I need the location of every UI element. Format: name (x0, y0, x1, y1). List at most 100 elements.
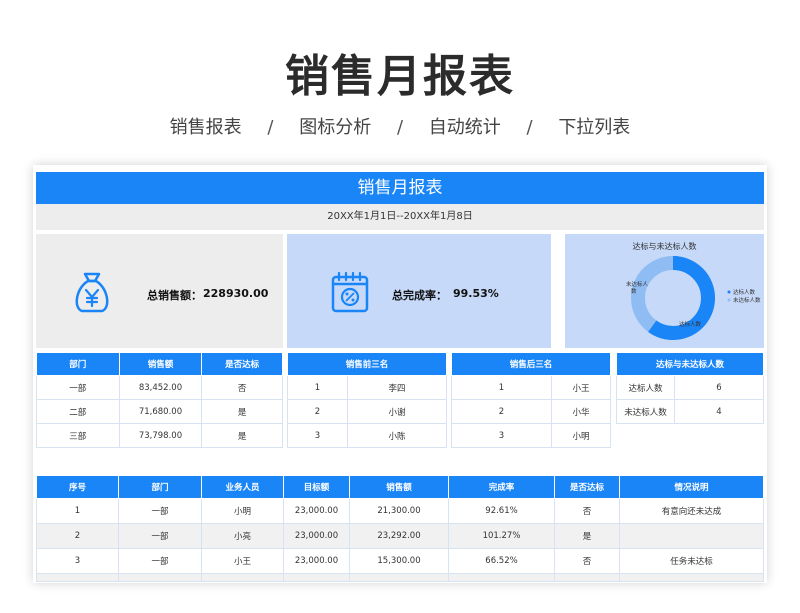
nav-item-dropdown-list: 下拉列表 (558, 117, 631, 138)
column-header[interactable]: 销售前三名 (287, 352, 447, 376)
table-cell[interactable]: 3 (36, 548, 119, 574)
table-cell[interactable]: 2 (451, 399, 552, 424)
column-header[interactable]: 销售额 (118, 352, 203, 376)
table-cell[interactable]: 3 (287, 423, 348, 448)
table-cell[interactable]: 小明 (201, 498, 284, 524)
table-cell[interactable]: 达标人数 (616, 375, 675, 400)
target-count-table: 达标与未达标人数 达标人数 6 未达标人数 4 (616, 352, 764, 424)
table-row: 2 一部 小亮 23,000.00 23,292.00 101.27% 是 (36, 523, 764, 549)
column-header[interactable]: 目标额 (283, 475, 350, 499)
date-range[interactable]: 20XX年1月1日--20XX年1月8日 (36, 204, 764, 230)
legend-swatch (727, 298, 731, 302)
nav-item-sales-report: 销售报表 (169, 117, 242, 138)
donut-inner-label: 未达标人 (626, 280, 649, 288)
spreadsheet-preview: 销售月报表 20XX年1月1日--20XX年1月8日 总销售额： 228930.… (33, 165, 767, 583)
department-table: 部门 销售额 是否达标 一部 83,452.00 否 二部 71,680.00 … (36, 352, 283, 448)
table-cell[interactable]: 6 (674, 375, 764, 400)
table-row: 3 一部 小王 23,000.00 15,300.00 66.52% 否 任务未… (36, 548, 764, 574)
table-cell[interactable]: 1 (451, 375, 552, 400)
table-cell[interactable]: 83,452.00 (118, 375, 203, 400)
table-cell[interactable]: 有意向还未达成 (619, 498, 764, 524)
table-cell[interactable]: 李四 (347, 375, 447, 400)
table-cell[interactable]: 是 (201, 399, 283, 424)
table-cell[interactable]: 是 (554, 523, 620, 549)
table-cell[interactable]: 1 (287, 375, 348, 400)
table-cell[interactable] (619, 523, 764, 549)
column-header[interactable]: 是否达标 (554, 475, 620, 499)
table-cell[interactable]: 小王 (551, 375, 611, 400)
table-cell[interactable]: 71,680.00 (118, 399, 203, 424)
table-cell[interactable]: 一部 (118, 498, 202, 524)
table-cell[interactable]: 66.52% (448, 548, 555, 574)
table-cell[interactable]: 23,000.00 (283, 548, 350, 574)
table-cell[interactable]: 否 (201, 375, 283, 400)
table-cell[interactable]: 1 (36, 498, 119, 524)
table-cell[interactable]: 否 (554, 548, 620, 574)
table-cell[interactable]: 小陈 (347, 423, 447, 448)
table-cell[interactable]: 15,300.00 (349, 548, 449, 574)
table-cell[interactable]: 小谢 (347, 399, 447, 424)
table-row: 一部 83,452.00 否 (36, 375, 283, 400)
nav-item-chart-analysis: 图标分析 (299, 117, 372, 138)
table-cell[interactable]: 是 (201, 423, 283, 448)
total-sales-value: 228930.00 (203, 287, 269, 300)
table-cell[interactable]: 一部 (118, 548, 202, 574)
column-header[interactable]: 部门 (118, 475, 202, 499)
total-sales-label: 总销售额： (147, 289, 202, 302)
sales-detail-table: 序号 部门 业务人员 目标额 销售额 完成率 是否达标 情况说明 1 一部 小明… (36, 475, 764, 582)
table-row: 1 李四 (287, 375, 447, 400)
table-cell[interactable]: 一部 (36, 375, 120, 400)
donut-inner-label: 达标人数 (679, 320, 702, 328)
nav-separator: / (526, 117, 533, 138)
total-sales-card: 总销售额： 228930.00 (36, 234, 283, 348)
table-cell[interactable]: 小亮 (201, 523, 284, 549)
column-header[interactable]: 完成率 (448, 475, 555, 499)
table-row: 3 小明 (451, 423, 611, 448)
percent-calendar-icon (331, 271, 369, 313)
completion-rate-label: 总完成率： (392, 289, 447, 302)
table-cell[interactable]: 21,300.00 (349, 498, 449, 524)
table-cell[interactable]: 小华 (551, 399, 611, 424)
column-header[interactable]: 是否达标 (201, 352, 283, 376)
column-header[interactable]: 业务人员 (201, 475, 284, 499)
completion-rate-value: 99.53% (453, 287, 499, 300)
money-bag-icon (75, 272, 109, 313)
table-cell[interactable]: 3 (451, 423, 552, 448)
column-header[interactable]: 序号 (36, 475, 119, 499)
table-cell[interactable]: 23,000.00 (283, 498, 350, 524)
bottom-three-table: 销售后三名 1 小王 2 小华 3 小明 (451, 352, 611, 448)
table-cell[interactable]: 二部 (36, 399, 120, 424)
table-cell[interactable]: 小明 (551, 423, 611, 448)
table-cell[interactable]: 101.27% (448, 523, 555, 549)
table-row: 2 小华 (451, 399, 611, 424)
table-cell[interactable]: 2 (36, 523, 119, 549)
table-row: 二部 71,680.00 是 (36, 399, 283, 424)
table-cell[interactable]: 否 (554, 498, 620, 524)
table-row: 三部 73,798.00 是 (36, 423, 283, 448)
nav-item-auto-stats: 自动统计 (428, 117, 501, 138)
table-cell[interactable]: 任务未达标 (619, 548, 764, 574)
column-header[interactable]: 部门 (36, 352, 120, 376)
donut-chart-card: 达标与未达标人数 未达标人 数 达标人数 达标人数 未达标人数 (565, 234, 764, 348)
table-cell[interactable]: 2 (287, 399, 348, 424)
table-cell[interactable]: 23,000.00 (283, 523, 350, 549)
table-cell[interactable]: 小王 (201, 548, 284, 574)
top-three-table: 销售前三名 1 李四 2 小谢 3 小陈 (287, 352, 447, 448)
table-cell[interactable]: 73,798.00 (118, 423, 203, 448)
column-header[interactable]: 达标与未达标人数 (616, 352, 764, 376)
column-header[interactable]: 情况说明 (619, 475, 764, 499)
table-row: 1 小王 (451, 375, 611, 400)
table-cell[interactable]: 92.61% (448, 498, 555, 524)
column-header[interactable]: 销售后三名 (451, 352, 611, 376)
table-cell[interactable]: 三部 (36, 423, 120, 448)
table-cell[interactable]: 一部 (118, 523, 202, 549)
table-row: 2 小谢 (287, 399, 447, 424)
table-cell[interactable]: 23,292.00 (349, 523, 449, 549)
feature-nav: 销售报表 / 图标分析 / 自动统计 / 下拉列表 (0, 113, 800, 139)
table-row: 未达标人数 4 (616, 399, 764, 424)
table-row: 达标人数 6 (616, 375, 764, 400)
sheet-header[interactable]: 销售月报表 (36, 172, 764, 204)
table-cell[interactable]: 未达标人数 (616, 399, 675, 424)
table-cell[interactable]: 4 (674, 399, 764, 424)
column-header[interactable]: 销售额 (349, 475, 449, 499)
